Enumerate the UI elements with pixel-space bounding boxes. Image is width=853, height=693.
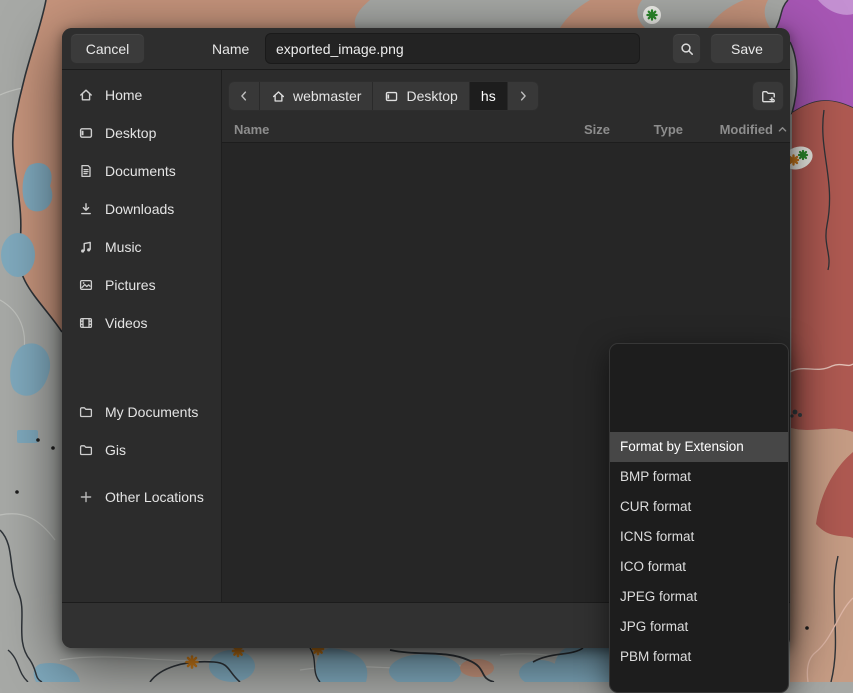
music-note-icon — [78, 239, 94, 255]
filename-label: Name — [212, 28, 249, 70]
search-button[interactable] — [672, 33, 701, 64]
sidebar-item-documents[interactable]: Documents — [68, 152, 216, 190]
sidebar-item-label: My Documents — [105, 404, 198, 420]
forward-button[interactable] — [508, 82, 538, 110]
chevron-left-icon — [237, 89, 251, 103]
document-icon — [78, 163, 94, 179]
column-header-row: Name Size Type Modified — [222, 116, 790, 143]
cancel-button[interactable]: Cancel — [70, 33, 145, 64]
folder-icon — [78, 442, 94, 458]
places-sidebar: Home Desktop Documents — [62, 70, 222, 602]
desktop-icon — [384, 89, 399, 104]
column-header-label: Modified — [720, 122, 773, 137]
sidebar-item-desktop[interactable]: Desktop — [68, 114, 216, 152]
sidebar-item-music[interactable]: Music — [68, 228, 216, 266]
menu-item-icns-format[interactable]: ICNS format — [610, 522, 788, 552]
home-icon — [78, 87, 94, 103]
sidebar-item-label: Videos — [105, 315, 148, 331]
desktop-icon — [78, 125, 94, 141]
sidebar-item-label: Documents — [105, 163, 176, 179]
column-header-name[interactable]: Name — [234, 116, 269, 143]
menu-item-ico-format[interactable]: ICO format — [610, 552, 788, 582]
menu-item-jpeg-format[interactable]: JPEG format — [610, 582, 788, 612]
menu-item-cur-format[interactable]: CUR format — [610, 492, 788, 522]
menu-item-bmp-format[interactable]: BMP format — [610, 462, 788, 492]
sidebar-item-other-locations[interactable]: Other Locations — [68, 478, 216, 516]
download-icon — [78, 201, 94, 217]
folder-icon — [78, 404, 94, 420]
breadcrumb-label: Desktop — [406, 88, 457, 104]
column-header-modified[interactable]: Modified — [710, 116, 788, 143]
sidebar-item-pictures[interactable]: Pictures — [68, 266, 216, 304]
sidebar-item-label: Other Locations — [105, 489, 204, 505]
home-icon — [271, 89, 286, 104]
sidebar-item-videos[interactable]: Videos — [68, 304, 216, 342]
filename-input[interactable] — [265, 33, 640, 64]
plus-icon — [78, 489, 94, 505]
sidebar-item-home[interactable]: Home — [68, 76, 216, 114]
picture-icon — [78, 277, 94, 293]
format-dropdown-menu: Format by Extension BMP format CUR forma… — [609, 343, 789, 693]
menu-item-jpg-format[interactable]: JPG format — [610, 612, 788, 642]
menu-item-pbm-format[interactable]: PBM format — [610, 642, 788, 672]
column-header-type[interactable]: Type — [623, 116, 683, 143]
breadcrumb-typed-segment[interactable]: hs — [470, 82, 508, 110]
sidebar-item-label: Home — [105, 87, 142, 103]
sidebar-item-label: Downloads — [105, 201, 174, 217]
browser-top-area: webmaster Desktop hs — [222, 70, 790, 143]
breadcrumb-desktop[interactable]: Desktop — [373, 82, 469, 110]
sidebar-item-label: Pictures — [105, 277, 156, 293]
back-button[interactable] — [229, 82, 260, 110]
chevron-right-icon — [516, 89, 530, 103]
sort-ascending-icon — [777, 124, 788, 135]
sidebar-bookmark-my-documents[interactable]: My Documents — [68, 393, 216, 431]
breadcrumb-label: hs — [481, 88, 496, 104]
breadcrumb-home[interactable]: webmaster — [260, 82, 373, 110]
breadcrumb-label: webmaster — [293, 88, 361, 104]
sidebar-bookmark-gis[interactable]: Gis — [68, 431, 216, 469]
green-asterisk-marker — [643, 6, 661, 24]
film-icon — [78, 315, 94, 331]
dialog-headerbar: Cancel Name Save — [62, 28, 790, 70]
menu-item-format-by-extension[interactable]: Format by Extension — [610, 432, 788, 462]
sidebar-item-label: Music — [105, 239, 142, 255]
search-icon — [679, 41, 695, 57]
new-folder-button[interactable] — [752, 81, 784, 111]
sidebar-item-downloads[interactable]: Downloads — [68, 190, 216, 228]
folder-plus-icon — [760, 88, 777, 105]
save-button[interactable]: Save — [710, 33, 784, 64]
sidebar-item-label: Gis — [105, 442, 126, 458]
path-bar: webmaster Desktop hs — [228, 81, 539, 111]
sidebar-item-label: Desktop — [105, 125, 156, 141]
column-header-size[interactable]: Size — [550, 116, 610, 143]
